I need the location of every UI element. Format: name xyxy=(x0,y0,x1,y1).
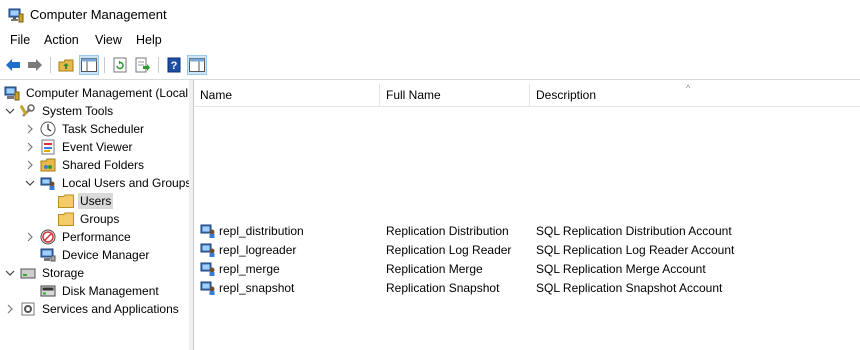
table-row[interactable]: repl_snapshot Replication Snapshot SQL R… xyxy=(194,279,860,298)
user-icon xyxy=(200,223,216,239)
chevron-right-icon[interactable] xyxy=(24,159,36,171)
cell-name: repl_merge xyxy=(219,262,280,276)
cell-full-name: Replication Snapshot xyxy=(386,281,500,295)
cell-name: repl_logreader xyxy=(219,243,297,257)
forward-icon[interactable] xyxy=(25,55,45,75)
tree-item-shared-folders[interactable]: Shared Folders xyxy=(24,156,146,174)
services-icon xyxy=(20,301,36,317)
tree-item-label: Event Viewer xyxy=(62,140,133,154)
menu-action[interactable]: Action xyxy=(42,33,81,47)
column-header-description[interactable]: Description xyxy=(530,84,860,106)
title-bar: Computer Management xyxy=(0,0,860,30)
tree-item-users[interactable]: Users xyxy=(58,192,114,210)
window-title: Computer Management xyxy=(30,7,167,22)
chevron-down-icon[interactable] xyxy=(4,267,16,279)
user-icon xyxy=(200,280,216,296)
user-icon xyxy=(200,261,216,277)
up-folder-icon[interactable] xyxy=(56,55,76,75)
computer-management-icon xyxy=(4,85,20,101)
tree-item-label: Device Manager xyxy=(62,248,150,262)
shared-folder-icon xyxy=(40,157,56,173)
chevron-down-icon[interactable] xyxy=(4,105,16,117)
show-hide-tree-icon[interactable] xyxy=(79,55,99,75)
tools-icon xyxy=(20,103,36,119)
cell-description: SQL Replication Merge Account xyxy=(536,262,706,276)
tree-item-label: Disk Management xyxy=(62,284,159,298)
back-icon[interactable] xyxy=(3,55,23,75)
menu-bar: File Action View Help xyxy=(0,30,860,52)
table-row[interactable]: repl_distribution Replication Distributi… xyxy=(194,222,860,241)
tree-item-label: Computer Management (Local xyxy=(26,86,189,100)
user-icon xyxy=(200,242,216,258)
folder-icon xyxy=(58,211,74,227)
computer-management-icon xyxy=(8,7,24,23)
help-icon[interactable]: ? xyxy=(164,55,184,75)
tree-root-computer-management[interactable]: Computer Management (Local xyxy=(4,84,189,102)
table-row[interactable]: repl_merge Replication Merge SQL Replica… xyxy=(194,260,860,279)
tree-item-label: Local Users and Groups xyxy=(62,176,190,190)
cell-full-name: Replication Distribution xyxy=(386,224,509,238)
menu-file[interactable]: File xyxy=(8,33,32,47)
cell-description: SQL Replication Log Reader Account xyxy=(536,243,735,257)
tree-item-disk-management[interactable]: Disk Management xyxy=(40,282,161,300)
tree-item-label: Services and Applications xyxy=(42,302,179,316)
column-header-name[interactable]: Name xyxy=(194,84,380,106)
cell-full-name: Replication Merge xyxy=(386,262,483,276)
user-list-view: Name Full Name Description ^ repl_distri… xyxy=(193,80,860,350)
users-groups-icon xyxy=(40,175,56,191)
export-list-icon[interactable] xyxy=(133,55,153,75)
cell-description: SQL Replication Distribution Account xyxy=(536,224,732,238)
toolbar-separator xyxy=(104,57,105,73)
cell-full-name: Replication Log Reader xyxy=(386,243,512,257)
tree-item-label: Users xyxy=(78,193,114,209)
refresh-icon[interactable] xyxy=(110,55,130,75)
clock-icon xyxy=(40,121,56,137)
folder-icon xyxy=(58,193,74,209)
chevron-right-icon[interactable] xyxy=(24,141,36,153)
device-manager-icon xyxy=(40,247,56,263)
chevron-right-icon[interactable] xyxy=(24,123,36,135)
cell-description: SQL Replication Snapshot Account xyxy=(536,281,723,295)
tree-item-device-manager[interactable]: Device Manager xyxy=(40,246,151,264)
tree-item-label: System Tools xyxy=(42,104,114,118)
console-tree: Computer Management (Local System Tools … xyxy=(0,80,190,350)
toolbar-separator xyxy=(50,57,51,73)
toolbar-separator xyxy=(158,57,159,73)
cell-name: repl_snapshot xyxy=(219,281,295,295)
tree-item-storage[interactable]: Storage xyxy=(4,264,86,282)
tree-item-label: Storage xyxy=(42,266,85,280)
cell-name: repl_distribution xyxy=(219,224,304,238)
tree-item-groups[interactable]: Groups xyxy=(58,210,121,228)
chevron-right-icon[interactable] xyxy=(24,231,36,243)
tree-item-label: Task Scheduler xyxy=(62,122,145,136)
tree-item-system-tools[interactable]: System Tools xyxy=(4,102,115,120)
chevron-down-icon[interactable] xyxy=(24,177,36,189)
sort-caret-icon: ^ xyxy=(686,83,691,93)
tree-item-label: Performance xyxy=(62,230,131,244)
column-header-full-name[interactable]: Full Name xyxy=(380,84,530,106)
disk-icon xyxy=(40,283,56,299)
toolbar: ? xyxy=(0,53,860,80)
svg-text:?: ? xyxy=(171,60,178,72)
tree-item-event-viewer[interactable]: Event Viewer xyxy=(24,138,134,156)
tree-item-performance[interactable]: Performance xyxy=(24,228,133,246)
chevron-right-icon[interactable] xyxy=(4,303,16,315)
tree-item-label: Groups xyxy=(80,212,120,226)
tree-item-services-applications[interactable]: Services and Applications xyxy=(4,300,181,318)
tree-item-label: Shared Folders xyxy=(62,158,145,172)
table-row[interactable]: repl_logreader Replication Log Reader SQ… xyxy=(194,241,860,260)
show-hide-action-pane-icon[interactable] xyxy=(187,55,207,75)
tree-item-local-users-groups[interactable]: Local Users and Groups xyxy=(24,174,190,192)
menu-help[interactable]: Help xyxy=(134,33,164,47)
menu-view[interactable]: View xyxy=(93,33,124,47)
storage-icon xyxy=(20,265,36,281)
event-viewer-icon xyxy=(40,139,56,155)
performance-icon xyxy=(40,229,56,245)
list-header: Name Full Name Description ^ xyxy=(194,83,860,107)
tree-item-task-scheduler[interactable]: Task Scheduler xyxy=(24,120,146,138)
